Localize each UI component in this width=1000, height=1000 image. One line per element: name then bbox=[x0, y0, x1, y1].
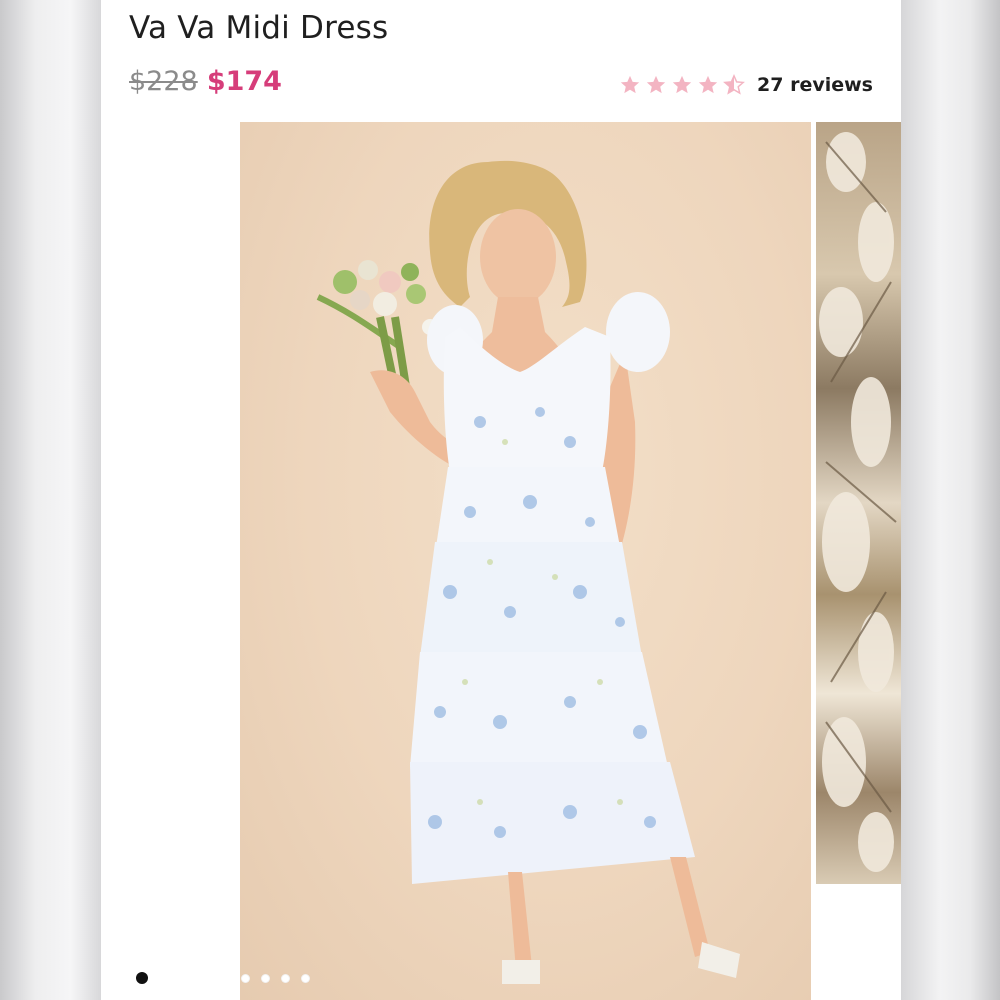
price-row: $228 $174 bbox=[129, 66, 282, 100]
product-photo-next-preview[interactable] bbox=[816, 122, 901, 884]
star-icon bbox=[645, 74, 667, 96]
sale-price: $174 bbox=[206, 66, 282, 97]
pagination-dot[interactable] bbox=[281, 973, 290, 983]
pagination-dot[interactable] bbox=[261, 973, 270, 983]
pagination-dot[interactable] bbox=[301, 973, 310, 983]
background-left bbox=[0, 0, 101, 1000]
dried-flowers-image bbox=[819, 132, 897, 872]
star-icon bbox=[697, 74, 719, 96]
star-icon bbox=[619, 74, 641, 96]
pagination-dot[interactable] bbox=[241, 973, 250, 983]
pagination-dot-active[interactable] bbox=[136, 972, 148, 984]
gallery-pagination bbox=[136, 972, 321, 984]
half-star-icon bbox=[723, 74, 745, 96]
product-photo-main[interactable] bbox=[240, 122, 811, 1000]
original-price: $228 bbox=[129, 66, 198, 97]
product-title: Va Va Midi Dress bbox=[129, 10, 389, 46]
star-rating bbox=[619, 74, 745, 96]
rating-summary[interactable]: 27 reviews bbox=[619, 70, 873, 100]
product-card: Va Va Midi Dress $228 $174 27 reviews bbox=[101, 0, 901, 1000]
background-right bbox=[901, 0, 1000, 1000]
star-icon bbox=[671, 74, 693, 96]
reviews-count-link[interactable]: 27 reviews bbox=[757, 74, 873, 96]
product-image-gallery[interactable] bbox=[240, 122, 901, 1000]
model-in-dress-image bbox=[316, 160, 740, 984]
